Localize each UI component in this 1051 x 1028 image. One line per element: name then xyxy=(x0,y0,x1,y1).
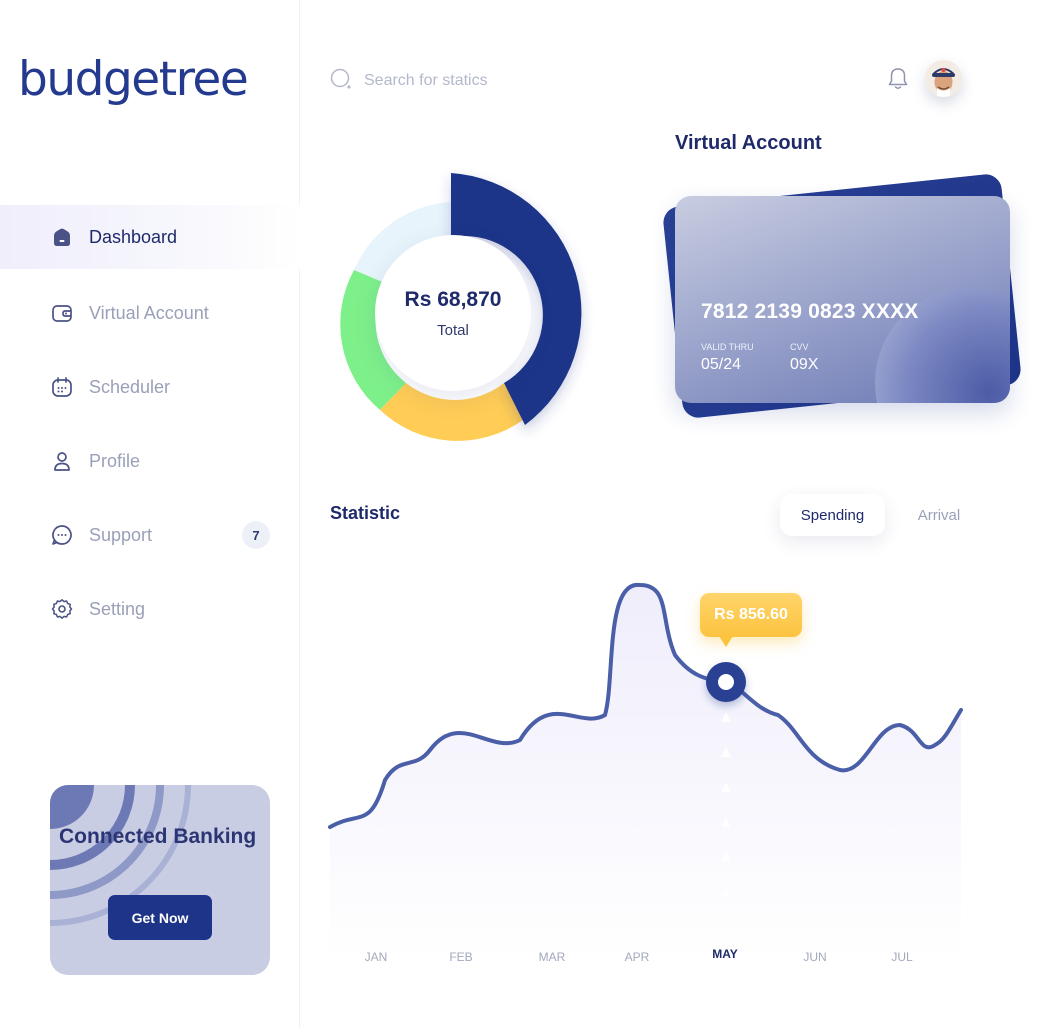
chat-icon xyxy=(50,523,74,547)
cvv-label: CVV xyxy=(790,342,809,352)
sidebar-item-profile[interactable]: Profile xyxy=(0,429,300,493)
total-amount: Rs 68,870 xyxy=(404,287,502,311)
total-label: Total xyxy=(437,321,469,339)
sidebar-item-scheduler[interactable]: Scheduler xyxy=(0,355,300,419)
user-icon xyxy=(50,449,74,473)
statistic-title: Statistic xyxy=(330,503,401,523)
bell-icon[interactable] xyxy=(886,66,910,92)
search-icon xyxy=(330,68,352,95)
app-logo[interactable]: budgetree xyxy=(18,52,249,107)
decorative-rings xyxy=(50,785,191,926)
donut-center: Rs 68,870 Total xyxy=(375,235,531,391)
virtual-account-title: Virtual Account xyxy=(675,132,822,154)
sidebar-item-label: Support xyxy=(89,524,153,545)
search-bar[interactable] xyxy=(330,66,630,96)
sidebar-item-virtual-account[interactable]: Virtual Account xyxy=(0,281,300,345)
search-input[interactable] xyxy=(364,72,604,90)
sidebar-item-label: Scheduler xyxy=(89,376,171,397)
sidebar-item-dashboard[interactable]: Dashboard xyxy=(0,205,300,269)
wallet-icon xyxy=(50,301,74,325)
connected-banking-card: Connected Banking Get Now xyxy=(50,785,270,975)
virtual-card[interactable]: 7812 2139 0823 XXXX VALID THRU 05/24 CVV… xyxy=(675,196,1010,403)
get-now-button[interactable]: Get Now xyxy=(108,895,212,940)
donut-segment-yellow xyxy=(380,383,523,441)
calendar-icon xyxy=(50,375,74,399)
x-axis-label: JUL xyxy=(891,950,913,964)
sidebar-item-label: Virtual Account xyxy=(89,302,209,323)
sidebar-item-label: Dashboard xyxy=(89,226,178,247)
sidebar: budgetree Dashboard Virtual Account Sche… xyxy=(0,0,300,1028)
tab-arrival[interactable]: Arrival xyxy=(900,494,978,536)
valid-thru-value: 05/24 xyxy=(701,356,742,373)
gear-icon xyxy=(50,597,74,621)
tooltip-pointer xyxy=(719,636,733,647)
avatar[interactable] xyxy=(925,60,962,97)
value-tooltip: Rs 856.60 xyxy=(700,593,802,637)
chart-area xyxy=(330,584,961,960)
spending-chart: JAN FEB MAR APR MAY JUN JUL xyxy=(328,582,963,964)
x-axis-label: JUN xyxy=(803,950,826,964)
x-axis-label: MAY xyxy=(712,947,738,961)
x-axis-label: MAR xyxy=(539,950,566,964)
sidebar-item-label: Profile xyxy=(89,450,141,471)
support-count-badge: 7 xyxy=(242,521,270,549)
tab-spending[interactable]: Spending xyxy=(780,494,885,536)
home-icon xyxy=(50,225,74,249)
sidebar-item-support[interactable]: Support 7 xyxy=(0,503,300,567)
total-balance-donut: Rs 68,870 Total xyxy=(320,165,610,455)
x-axis-label: APR xyxy=(625,950,650,964)
sidebar-item-setting[interactable]: Setting xyxy=(0,577,300,641)
card-number: 7812 2139 0823 XXXX xyxy=(701,300,919,323)
valid-thru-label: VALID THRU xyxy=(701,342,754,352)
x-axis-label: FEB xyxy=(449,950,472,964)
x-axis-label: JAN xyxy=(365,950,388,964)
selected-point-center xyxy=(718,674,734,690)
sidebar-item-label: Setting xyxy=(89,598,146,619)
cvv-value: 09X xyxy=(790,356,819,373)
promo-title: Connected Banking xyxy=(59,825,257,848)
